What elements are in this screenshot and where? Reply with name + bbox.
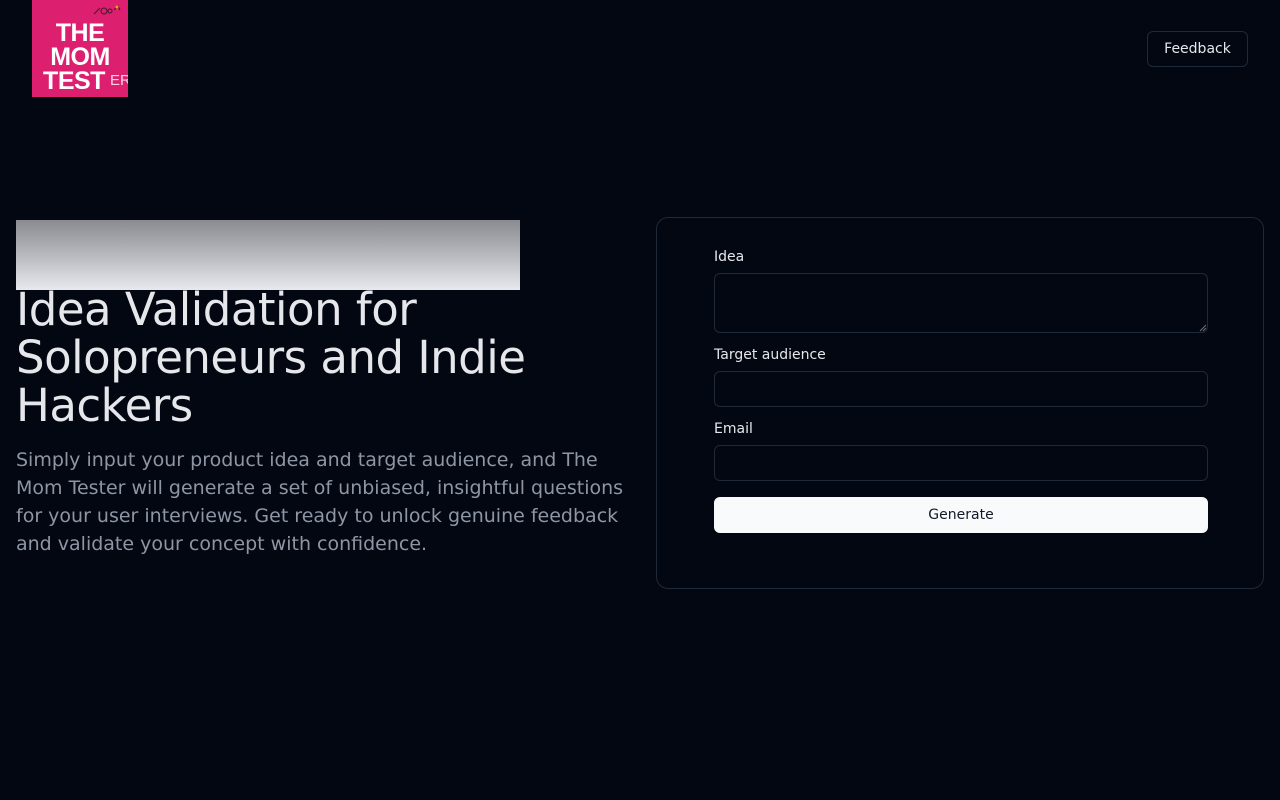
hero-image <box>16 220 520 290</box>
logo-scribble-icon <box>93 5 121 15</box>
target-audience-label: Target audience <box>714 347 826 363</box>
page-title: Idea Validation for Solopreneurs and Ind… <box>16 283 526 432</box>
target-audience-input[interactable] <box>714 371 1208 407</box>
idea-textarea[interactable] <box>714 273 1208 333</box>
logo-line-3-suffix: ER <box>110 72 128 89</box>
feedback-button[interactable]: Feedback <box>1147 31 1248 67</box>
idea-label: Idea <box>714 249 745 265</box>
resize-grip-icon[interactable] <box>1199 324 1207 332</box>
hero-description: Simply input your product idea and targe… <box>16 449 624 555</box>
email-input[interactable] <box>714 445 1208 481</box>
logo-line-2: MOM <box>50 43 110 71</box>
email-label: Email <box>714 421 753 437</box>
generate-button[interactable]: Generate <box>714 497 1208 533</box>
logo-line-1: THE <box>55 19 105 47</box>
brand-logo[interactable]: THE MOM TEST ER <box>32 0 128 97</box>
logo-line-3: TEST <box>43 67 105 95</box>
idea-form-card: Idea Target audience Email Generate <box>656 217 1264 589</box>
page: THE MOM TEST ER Feedback Idea Validation… <box>0 0 1280 800</box>
